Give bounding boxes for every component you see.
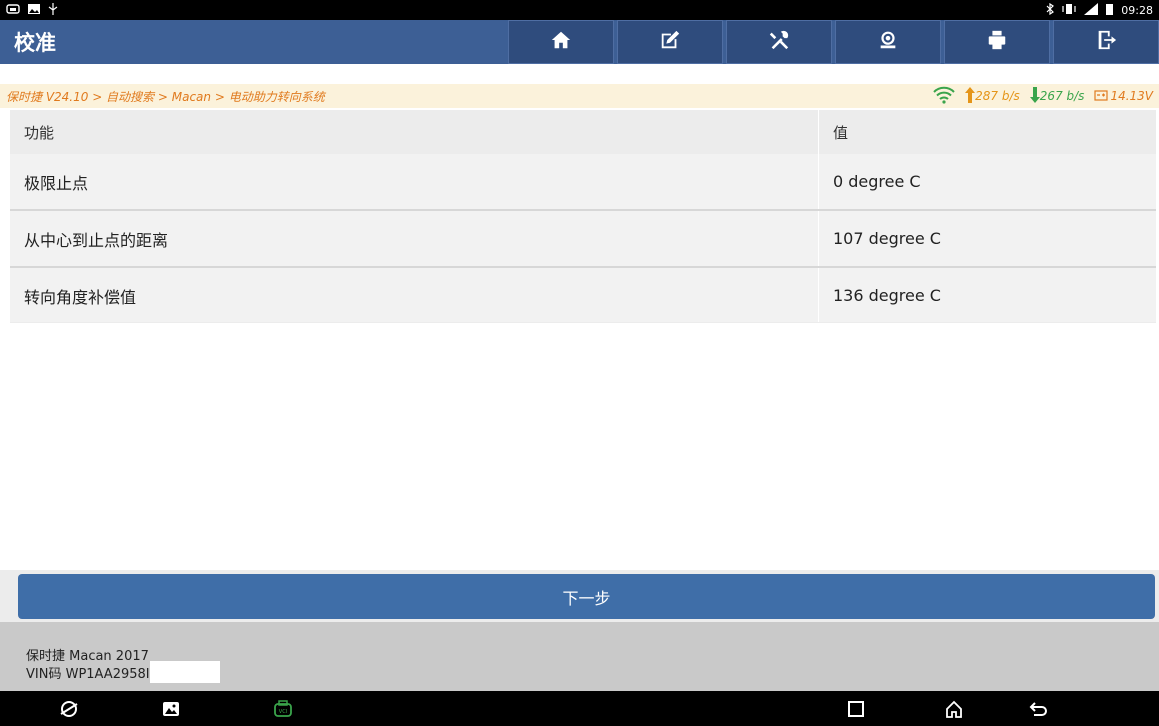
browser-icon[interactable]: [58, 698, 80, 720]
wifi-icon: [933, 86, 955, 107]
print-icon: [986, 29, 1008, 55]
column-header-value: 值: [818, 110, 1156, 154]
home-icon: [550, 29, 572, 55]
function-cell: 极限止点: [24, 173, 89, 193]
network-status: 287 b/s 267 b/s 14.13V: [933, 86, 1153, 107]
gallery-icon[interactable]: [160, 698, 182, 720]
action-bar: 下一步: [0, 570, 1159, 622]
support-button[interactable]: [835, 20, 941, 64]
value-cell: 136 degree C: [818, 268, 1156, 323]
table-header: 功能 值: [10, 110, 1156, 154]
table-row[interactable]: 转向角度补偿值 136 degree C: [10, 268, 1156, 325]
vehicle-info: 保时捷 Macan 2017 VIN码 WP1AA2958I: [0, 622, 1159, 691]
recent-apps-icon[interactable]: [845, 698, 867, 720]
table-empty-area: [10, 322, 1156, 570]
battery-voltage-icon: [1094, 89, 1109, 104]
usb-icon: [48, 2, 58, 18]
exit-button[interactable]: [1053, 20, 1159, 64]
value-cell: 0 degree C: [818, 154, 1156, 209]
status-bar: 09:28: [0, 0, 1159, 20]
function-cell: 从中心到止点的距离: [24, 230, 169, 250]
battery-voltage: 14.13V: [1110, 89, 1153, 103]
function-cell: 转向角度补偿值: [24, 287, 137, 307]
vibrate-icon: [1062, 3, 1076, 18]
signal-icon: [1084, 2, 1099, 18]
tools-icon: [768, 29, 790, 55]
home-button[interactable]: [508, 20, 614, 64]
page-title: 校准: [14, 31, 56, 55]
download-rate: 267 b/s: [1039, 89, 1085, 103]
bluetooth-icon: [1046, 2, 1055, 18]
table-row[interactable]: 极限止点 0 degree C: [10, 154, 1156, 211]
vci-icon[interactable]: VCI: [272, 698, 294, 720]
upload-arrow-icon: [965, 86, 976, 106]
upload-rate: 287 b/s: [975, 89, 1020, 103]
vehicle-vin: VIN码 WP1AA2958I: [26, 667, 150, 682]
image-icon: [28, 3, 40, 18]
edit-icon: [659, 29, 681, 55]
toolbar: [508, 20, 1159, 64]
vin-redaction: [149, 661, 220, 683]
tools-button[interactable]: [726, 20, 832, 64]
download-arrow-icon: [1029, 86, 1040, 106]
table-row[interactable]: 从中心到止点的距离 107 degree C: [10, 211, 1156, 268]
support-icon: [877, 29, 899, 55]
svg-text:VCI: VCI: [279, 709, 287, 715]
battery-icon: [1106, 3, 1114, 18]
title-bar: 校准: [0, 20, 1159, 64]
back-icon[interactable]: [1028, 698, 1050, 720]
print-button[interactable]: [944, 20, 1050, 64]
navigation-bar: VCI: [0, 691, 1159, 726]
car-icon: [6, 3, 20, 18]
data-table: 功能 值 极限止点 0 degree C 从中心到止点的距离 107 degre…: [10, 110, 1156, 325]
breadcrumb: 保时捷 V24.10 > 自动搜索 > Macan > 电动助力转向系统: [6, 89, 325, 104]
next-step-button[interactable]: 下一步: [18, 574, 1155, 619]
exit-icon: [1095, 29, 1117, 55]
clock: 09:28: [1121, 3, 1153, 17]
value-cell: 107 degree C: [818, 211, 1156, 266]
home-nav-icon[interactable]: [943, 698, 965, 720]
column-header-function: 功能: [24, 123, 55, 142]
breadcrumb-bar: 保时捷 V24.10 > 自动搜索 > Macan > 电动助力转向系统 287…: [0, 84, 1159, 108]
edit-button[interactable]: [617, 20, 723, 64]
